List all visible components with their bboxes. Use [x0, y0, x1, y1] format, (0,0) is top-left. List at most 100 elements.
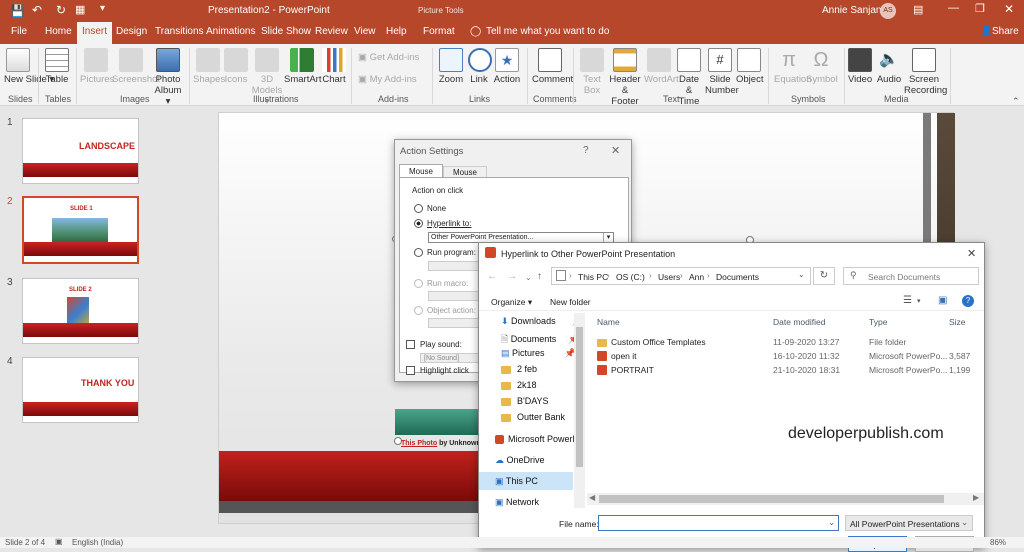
- object-button[interactable]: Object: [736, 48, 763, 85]
- avatar[interactable]: AS: [880, 3, 896, 19]
- file-type-select[interactable]: All PowerPoint Presentations ⌄: [845, 515, 973, 531]
- smartart-button[interactable]: SmartArt: [284, 48, 321, 85]
- zoom-button[interactable]: Zoom: [437, 48, 465, 85]
- breadcrumb-users[interactable]: Users: [658, 272, 680, 282]
- organize-button[interactable]: Organize ▾: [491, 297, 532, 308]
- help-button[interactable]: ?: [583, 145, 589, 156]
- breadcrumb-this-pc[interactable]: This PC: [578, 272, 608, 282]
- get-addins-button[interactable]: ▣ Get Add-ins: [358, 52, 419, 63]
- nav-item-outter-bank[interactable]: Outter Bank: [501, 412, 565, 422]
- chevron-down-icon[interactable]: ▾: [917, 297, 921, 305]
- icons-button[interactable]: Icons: [223, 48, 249, 85]
- pictures-button[interactable]: Pictures: [80, 48, 114, 85]
- column-date-modified[interactable]: Date modified: [773, 317, 825, 327]
- scroll-right-icon[interactable]: ▶: [973, 493, 979, 502]
- radio-run-macro[interactable]: Run macro:: [414, 279, 468, 289]
- nav-item-2k18[interactable]: 2k18: [501, 380, 537, 390]
- nav-item-2feb[interactable]: 2 feb: [501, 364, 537, 374]
- photo-album-button[interactable]: Photo Album ▾: [151, 48, 185, 107]
- radio-run-program[interactable]: Run program:: [414, 248, 476, 258]
- audio-button[interactable]: 🔈 Audio: [876, 48, 902, 85]
- share-button[interactable]: Share: [992, 26, 1019, 37]
- start-from-beginning-icon[interactable]: ▦: [75, 3, 85, 16]
- tab-design[interactable]: Design: [116, 26, 147, 37]
- tab-help[interactable]: Help: [386, 26, 407, 37]
- zoom-level[interactable]: 86%: [990, 538, 1006, 547]
- link-button[interactable]: Link: [468, 48, 492, 85]
- file-list-scrollbar[interactable]: ◀ ▶: [587, 493, 984, 505]
- tab-slide-show[interactable]: Slide Show: [261, 26, 311, 37]
- chevron-down-icon[interactable]: ⌄: [798, 270, 805, 279]
- breadcrumb-documents[interactable]: Documents: [716, 272, 759, 282]
- my-addins-button[interactable]: ▣ My Add-ins: [358, 74, 417, 85]
- chart-button[interactable]: Chart: [321, 48, 347, 85]
- search-input[interactable]: ⚲ Search Documents: [843, 267, 979, 285]
- video-button[interactable]: Video: [848, 48, 872, 85]
- header-footer-button[interactable]: Header & Footer: [607, 48, 643, 107]
- preview-pane-icon[interactable]: ▣: [938, 295, 947, 306]
- refresh-icon[interactable]: ↻: [813, 267, 835, 285]
- screen-recording-button[interactable]: Screen Recording: [904, 48, 947, 96]
- nav-item-onedrive[interactable]: ☁ OneDrive: [495, 455, 545, 466]
- slide-thumbnail-2[interactable]: SLIDE 1: [22, 196, 139, 264]
- text-box-button[interactable]: Text Box: [580, 48, 604, 96]
- slide-thumbnail-3[interactable]: SLIDE 2: [22, 278, 139, 344]
- back-arrow-icon[interactable]: ←: [487, 271, 497, 282]
- redo-icon[interactable]: ↻: [56, 3, 66, 17]
- radio-none[interactable]: None: [414, 204, 446, 214]
- radio-object-action[interactable]: Object action:: [414, 306, 476, 316]
- slide-thumbnail-1[interactable]: LANDSCAPE: [22, 118, 139, 184]
- nav-item-pictures[interactable]: ▤ Pictures 📌: [501, 348, 576, 359]
- language-status[interactable]: English (India): [72, 538, 123, 547]
- slide-number-button[interactable]: # Slide Number: [705, 48, 739, 96]
- table-button[interactable]: Table: [44, 48, 70, 85]
- forward-arrow-icon[interactable]: →: [507, 271, 517, 282]
- tab-animations[interactable]: Animations: [206, 26, 255, 37]
- nav-item-microsoft-powerpoint[interactable]: Microsoft PowerPo: [495, 434, 584, 445]
- address-bar[interactable]: › This PC › OS (C:) › Users › Ann › Docu…: [551, 267, 811, 285]
- wordart-button[interactable]: WordArt: [644, 48, 679, 85]
- nav-item-network[interactable]: ▣ Network: [495, 497, 539, 508]
- caption-link[interactable]: This Photo: [401, 440, 437, 447]
- save-icon[interactable]: 💾: [10, 4, 25, 18]
- undo-icon[interactable]: ↶: [32, 3, 42, 17]
- breadcrumb-drive[interactable]: OS (C:): [616, 272, 645, 282]
- new-slide-button[interactable]: New Slide ▾: [4, 48, 54, 85]
- ribbon-options-icon[interactable]: ▤: [913, 3, 923, 16]
- breadcrumb-ann[interactable]: Ann: [689, 272, 704, 282]
- play-sound-checkbox[interactable]: Play sound:: [406, 340, 462, 350]
- nav-item-downloads[interactable]: ⬇ Downloads📌: [501, 316, 583, 327]
- screenshot-button[interactable]: Screenshot: [112, 48, 160, 85]
- chevron-down-icon[interactable]: ⌄: [828, 518, 835, 527]
- restore-icon[interactable]: ❐: [975, 2, 985, 15]
- nav-item-this-pc[interactable]: ▣ This PC: [479, 472, 573, 490]
- table-row[interactable]: PORTRAIT 21-10-2020 18:31 Microsoft Powe…: [587, 363, 984, 377]
- customize-toolbar-icon[interactable]: ▾: [100, 3, 105, 14]
- tab-format[interactable]: Format: [423, 26, 455, 37]
- tab-insert[interactable]: Insert: [77, 22, 113, 44]
- collapse-ribbon-icon[interactable]: ⌃: [1012, 96, 1020, 107]
- equation-button[interactable]: π Equation: [774, 48, 812, 85]
- tab-review[interactable]: Review: [315, 26, 348, 37]
- column-name[interactable]: Name: [597, 317, 620, 327]
- nav-item-documents[interactable]: 🗎 Documents📌: [501, 332, 580, 348]
- column-type[interactable]: Type: [869, 317, 887, 327]
- radio-hyperlink[interactable]: Hyperlink to:: [414, 219, 471, 229]
- up-arrow-icon[interactable]: ↑: [537, 271, 542, 282]
- comment-button[interactable]: Comment: [532, 48, 573, 85]
- tab-file[interactable]: File: [11, 26, 27, 37]
- slide-picture[interactable]: [395, 409, 481, 435]
- nav-scrollbar[interactable]: [574, 313, 585, 508]
- highlight-click-checkbox[interactable]: Highlight click: [406, 366, 469, 376]
- file-name-input[interactable]: ⌄: [598, 515, 839, 531]
- scrollbar-thumb[interactable]: [599, 495, 944, 503]
- view-options-icon[interactable]: ☰: [903, 295, 912, 306]
- table-row[interactable]: Custom Office Templates 11-09-2020 13:27…: [587, 335, 984, 349]
- nav-item-bdays[interactable]: B'DAYS: [501, 396, 549, 406]
- column-size[interactable]: Size: [949, 317, 966, 327]
- table-row[interactable]: open it 16-10-2020 11:32 Microsoft Power…: [587, 349, 984, 363]
- spelling-icon[interactable]: ▣: [55, 537, 63, 546]
- slide-thumbnail-4[interactable]: THANK YOU: [22, 357, 139, 423]
- minimize-icon[interactable]: —: [948, 2, 959, 14]
- help-icon[interactable]: ?: [962, 295, 974, 307]
